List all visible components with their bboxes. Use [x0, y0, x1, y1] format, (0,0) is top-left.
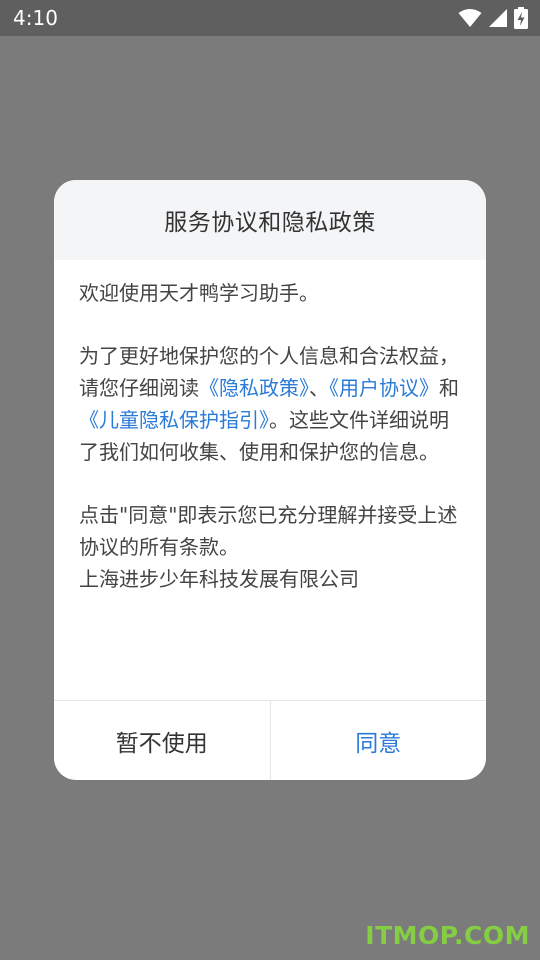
- dialog-footer: 暂不使用 同意: [54, 700, 486, 780]
- agree-button[interactable]: 同意: [271, 701, 487, 780]
- agreement-note: 点击"同意"即表示您已充分理解并接受上述协议的所有条款。: [79, 503, 458, 559]
- privacy-policy-link[interactable]: 《隐私政策》: [199, 376, 309, 400]
- status-icons: [458, 6, 528, 30]
- watermark: ITMOP.COM: [365, 921, 530, 950]
- dialog-body: 欢迎使用天才鸭学习助手。 为了更好地保护您的个人信息和合法权益，请您仔细阅读《隐…: [79, 277, 463, 595]
- intro-paragraph: 为了更好地保护您的个人信息和合法权益，请您仔细阅读《隐私政策》、《用户协议》和《…: [79, 340, 463, 468]
- screen: 4:10 服务协议和隐私政策 欢迎使用天才鸭学习助手。 为了更好地保护您的个人信…: [0, 0, 540, 960]
- decline-button[interactable]: 暂不使用: [54, 701, 271, 780]
- wifi-icon: [458, 8, 482, 28]
- welcome-text: 欢迎使用天才鸭学习助手。: [79, 281, 319, 305]
- child-privacy-link[interactable]: 《儿童隐私保护指引》: [79, 408, 269, 432]
- battery-charging-icon: [514, 7, 528, 29]
- dialog-title: 服务协议和隐私政策: [164, 210, 376, 236]
- signal-icon: [488, 8, 508, 28]
- status-bar: 4:10: [0, 0, 540, 36]
- company-name: 上海进步少年科技发展有限公司: [79, 567, 359, 591]
- status-time: 4:10: [13, 6, 58, 30]
- dialog-header: 服务协议和隐私政策: [54, 180, 486, 260]
- privacy-dialog: 服务协议和隐私政策 欢迎使用天才鸭学习助手。 为了更好地保护您的个人信息和合法权…: [54, 180, 486, 780]
- user-agreement-link[interactable]: 《用户协议》: [329, 376, 439, 400]
- and-text: 和: [439, 376, 459, 400]
- separator-text: 、: [309, 376, 329, 400]
